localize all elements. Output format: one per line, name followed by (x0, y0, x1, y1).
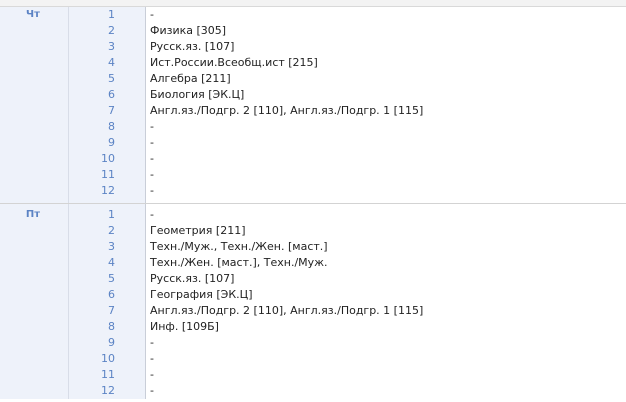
lesson-number: 3 (108, 240, 115, 253)
lesson-subject: Техн./Муж., Техн./Жен. [маст.] (150, 240, 328, 253)
lesson-number: 11 (101, 168, 115, 181)
lesson-number: 4 (108, 56, 115, 69)
lesson-number: 10 (101, 352, 115, 365)
lesson-number: 8 (108, 120, 115, 133)
lesson-subject: Русск.яз. [107] (150, 40, 235, 53)
lesson-subject: - (150, 184, 154, 197)
lesson-number: 7 (108, 304, 115, 317)
lesson-row: 1- (0, 7, 626, 23)
lesson-subject: Англ.яз./Подгр. 2 [110], Англ.яз./Подгр.… (150, 304, 424, 317)
lesson-row: 3 Русск.яз. [107] (0, 39, 626, 55)
lesson-subject: Англ.яз./Подгр. 2 [110], Англ.яз./Подгр.… (150, 104, 424, 117)
lesson-subject: Биология [ЭК.Ц] (150, 88, 245, 101)
lesson-row: 7 Англ.яз./Подгр. 2 [110], Англ.яз./Подгр… (0, 103, 626, 119)
day-block-thursday: Чт 1- 2 Физика [305] 3 Русск.яз. [107] 4 Ис… (0, 7, 626, 204)
lesson-row: 11 - (0, 167, 626, 183)
lesson-number: 6 (108, 88, 115, 101)
lesson-number: 2 (108, 24, 115, 37)
timetable: Чт 1- 2 Физика [305] 3 Русск.яз. [107] 4 Ис… (0, 7, 626, 399)
lesson-subject: - (150, 384, 154, 397)
lesson-number: 12 (101, 384, 115, 397)
lesson-subject: Техн./Жен. [маст.], Техн./Муж. (150, 256, 328, 269)
lesson-number: 6 (108, 288, 115, 301)
lesson-subject: - (150, 336, 154, 349)
lesson-number: 5 (108, 72, 115, 85)
lesson-number: 7 (108, 104, 115, 117)
lesson-subject: - (150, 208, 154, 221)
lesson-row: 3 Техн./Муж., Техн./Жен. [маст.] (0, 239, 626, 255)
lesson-row: 6 Биология [ЭК.Ц] (0, 87, 626, 103)
lesson-number: 8 (108, 320, 115, 333)
lesson-row: 4 Техн./Жен. [маст.], Техн./Муж. (0, 255, 626, 271)
lesson-number: 2 (108, 224, 115, 237)
lesson-row: 6 География [ЭК.Ц] (0, 287, 626, 303)
lesson-number: 12 (101, 184, 115, 197)
lesson-row: 4 Ист.России.Всеобщ.ист [215] (0, 55, 626, 71)
lesson-subject: Русск.яз. [107] (150, 272, 235, 285)
lesson-row: 2 Геометрия [211] (0, 223, 626, 239)
lesson-subject: Геометрия [211] (150, 224, 246, 237)
lesson-subject: Алгебра [211] (150, 72, 231, 85)
lesson-subject: Инф. [109Б] (150, 320, 219, 333)
lesson-number: 9 (108, 336, 115, 349)
lesson-number: 11 (101, 368, 115, 381)
lesson-row: 2 Физика [305] (0, 23, 626, 39)
lesson-row: 5 Алгебра [211] (0, 71, 626, 87)
lesson-row: 11 - (0, 367, 626, 383)
lesson-number: 9 (108, 136, 115, 149)
lesson-row: 7 Англ.яз./Подгр. 2 [110], Англ.яз./Подгр… (0, 303, 626, 319)
lesson-row: 10 - (0, 351, 626, 367)
lesson-subject: - (150, 120, 154, 133)
lesson-number: 4 (108, 256, 115, 269)
lesson-subject: - (150, 152, 154, 165)
lesson-subject: Ист.России.Всеобщ.ист [215] (150, 56, 318, 69)
lesson-subject: География [ЭК.Ц] (150, 288, 253, 301)
lesson-subject: - (150, 352, 154, 365)
lesson-subject: - (150, 368, 154, 381)
lesson-row: 5 Русск.яз. [107] (0, 271, 626, 287)
lesson-row: 9- (0, 135, 626, 151)
top-scroll-edge (0, 0, 626, 7)
lesson-number: 10 (101, 152, 115, 165)
lesson-subject: - (150, 168, 154, 181)
lesson-row: 8 Инф. [109Б] (0, 319, 626, 335)
lesson-number: 1 (108, 208, 115, 221)
day-block-friday: Пт 1- 2 Геометрия [211] 3 Техн./Муж., Техн… (0, 204, 626, 399)
lesson-number: 5 (108, 272, 115, 285)
lesson-row: 10 - (0, 151, 626, 167)
lesson-subject: - (150, 8, 154, 21)
lesson-row: 9- (0, 335, 626, 351)
lesson-number: 1 (108, 8, 115, 21)
lesson-row: 12 - (0, 383, 626, 399)
lesson-row: 12 - (0, 183, 626, 199)
lesson-subject: - (150, 136, 154, 149)
lesson-subject: Физика [305] (150, 24, 227, 37)
lesson-number: 3 (108, 40, 115, 53)
lesson-row: 8- (0, 119, 626, 135)
lesson-row: 1- (0, 207, 626, 223)
